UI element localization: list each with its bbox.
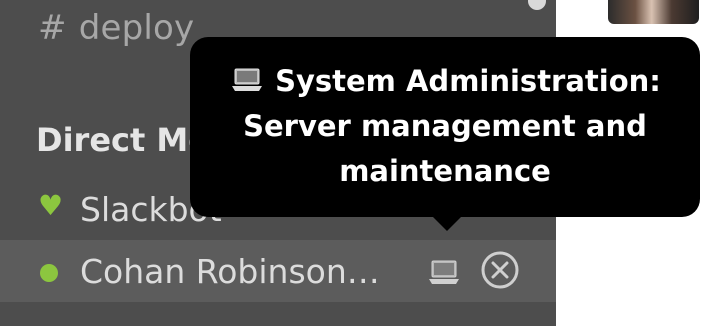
slack-window: # deploy Direct Me ♥ Slackbot Cohan Robin… (0, 0, 720, 326)
sidebar-scrollbar-thumb[interactable] (528, 0, 546, 10)
direct-message-cohan-robinson[interactable]: Cohan Robinson… (0, 240, 556, 302)
laptop-icon (232, 68, 263, 91)
laptop-icon (429, 260, 459, 284)
channel-item-deploy[interactable]: # deploy (38, 8, 194, 48)
channel-hash: # (38, 8, 67, 48)
tooltip-title: System Administration: (275, 64, 661, 98)
direct-message-name: Cohan Robinson… (80, 252, 380, 291)
direct-messages-section-title[interactable]: Direct Me (36, 121, 210, 159)
avatar (608, 0, 699, 24)
close-icon[interactable] (481, 251, 519, 289)
tooltip-line-3: maintenance (339, 154, 551, 188)
online-status-icon (40, 264, 58, 282)
tooltip-content: System Administration: Server management… (190, 59, 700, 194)
heart-icon: ♥ (38, 189, 64, 222)
tooltip-line-2: Server management and (243, 109, 647, 143)
channel-label: deploy (78, 8, 195, 48)
status-tooltip: System Administration: Server management… (190, 37, 700, 231)
tooltip-line-1: System Administration: (190, 59, 700, 104)
